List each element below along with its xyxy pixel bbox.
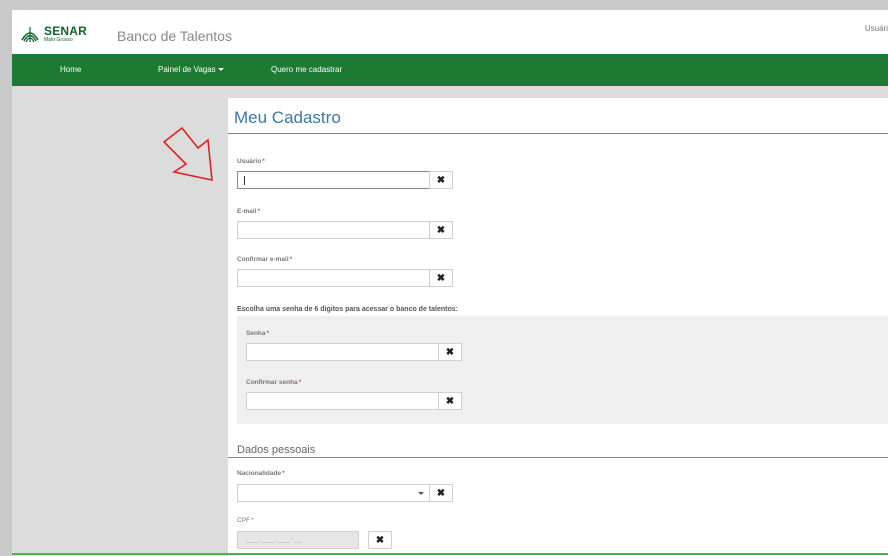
- nav-home[interactable]: Home: [60, 65, 81, 74]
- nacionalidade-label-text: Nacionalidade: [237, 470, 282, 477]
- nav-quero-cadastrar[interactable]: Quero me cadastrar: [271, 65, 342, 74]
- bottom-divider: [12, 553, 888, 555]
- usuario-label: Usuário*: [237, 158, 265, 165]
- email-input[interactable]: [237, 221, 431, 239]
- close-icon: ✖: [436, 224, 446, 236]
- close-icon: ✖: [445, 395, 455, 407]
- required-marker: *: [257, 208, 261, 215]
- close-icon: ✖: [436, 487, 446, 499]
- close-icon: ✖: [436, 174, 446, 186]
- main-navbar: Home Painel de Vagas Quero me cadastrar: [12, 54, 888, 86]
- password-section-title: Escolha uma senha de 6 dígitos para aces…: [237, 306, 458, 313]
- text-cursor: [244, 176, 245, 185]
- confirm-senha-input[interactable]: [246, 392, 440, 410]
- page-title: Meu Cadastro: [234, 108, 341, 127]
- confirm-senha-clear-button[interactable]: ✖: [438, 392, 462, 410]
- confirm-senha-label-text: Confirmar senha: [246, 379, 298, 386]
- caret-down-icon: [217, 68, 224, 71]
- confirm-email-label-text: Confirmar e-mail: [237, 256, 289, 263]
- email-label-text: E-mail: [237, 208, 257, 215]
- logo-name: SENAR: [44, 24, 88, 38]
- confirm-email-clear-button[interactable]: ✖: [429, 269, 453, 287]
- personal-data-divider: [228, 457, 888, 458]
- user-link[interactable]: Usuári: [865, 24, 888, 33]
- registration-panel: Meu Cadastro Usuário* ✖ E-mail* ✖ Confir…: [228, 98, 888, 556]
- window-frame-left: [0, 0, 12, 556]
- required-marker: *: [289, 256, 293, 263]
- logo-subtitle: Mato Grosso: [44, 37, 73, 43]
- usuario-clear-button[interactable]: ✖: [429, 171, 453, 189]
- confirm-senha-label: Confirmar senha*: [246, 379, 301, 386]
- cpf-label: CPF*: [237, 517, 254, 524]
- title-divider: [228, 133, 888, 134]
- nav-painel-vagas-label: Painel de Vagas: [158, 65, 216, 74]
- cpf-input[interactable]: ___.___.___-__: [237, 531, 359, 549]
- senar-logo[interactable]: SENAR Mato Grosso: [20, 24, 87, 44]
- senha-clear-button[interactable]: ✖: [438, 343, 462, 361]
- nav-painel-vagas[interactable]: Painel de Vagas: [158, 65, 224, 74]
- site-header: SENAR Mato Grosso Banco de Talentos Usuá…: [12, 10, 888, 54]
- chevron-down-icon: [418, 492, 424, 495]
- required-marker: *: [298, 379, 302, 386]
- red-arrow-icon: [162, 126, 213, 182]
- nacionalidade-clear-button[interactable]: ✖: [429, 484, 453, 502]
- confirm-email-label: Confirmar e-mail*: [237, 256, 292, 263]
- close-icon: ✖: [375, 534, 385, 546]
- senha-input[interactable]: [246, 343, 440, 361]
- email-clear-button[interactable]: ✖: [429, 221, 453, 239]
- personal-data-title: Dados pessoais: [237, 444, 316, 456]
- cpf-label-text: CPF: [237, 517, 250, 524]
- password-section: Senha* ✖ Confirmar senha* ✖: [237, 316, 888, 424]
- senar-logo-icon: [21, 27, 39, 43]
- senha-label-text: Senha: [246, 330, 266, 337]
- required-marker: *: [262, 158, 265, 165]
- close-icon: ✖: [445, 346, 455, 358]
- nacionalidade-label: Nacionalidade*: [237, 470, 285, 477]
- required-marker: *: [266, 330, 270, 337]
- close-icon: ✖: [436, 272, 446, 284]
- cpf-mask: ___.___.___-__: [246, 536, 303, 543]
- required-marker: *: [251, 517, 254, 524]
- usuario-label-text: Usuário: [237, 158, 262, 165]
- confirm-email-input[interactable]: [237, 269, 431, 287]
- window-frame-top: [0, 0, 888, 10]
- usuario-input[interactable]: [237, 171, 431, 189]
- site-title: Banco de Talentos: [117, 28, 232, 44]
- cpf-clear-button[interactable]: ✖: [368, 531, 392, 549]
- email-label: E-mail*: [237, 208, 260, 215]
- required-marker: *: [282, 470, 285, 477]
- nacionalidade-select[interactable]: [237, 484, 431, 502]
- senha-label: Senha*: [246, 330, 269, 337]
